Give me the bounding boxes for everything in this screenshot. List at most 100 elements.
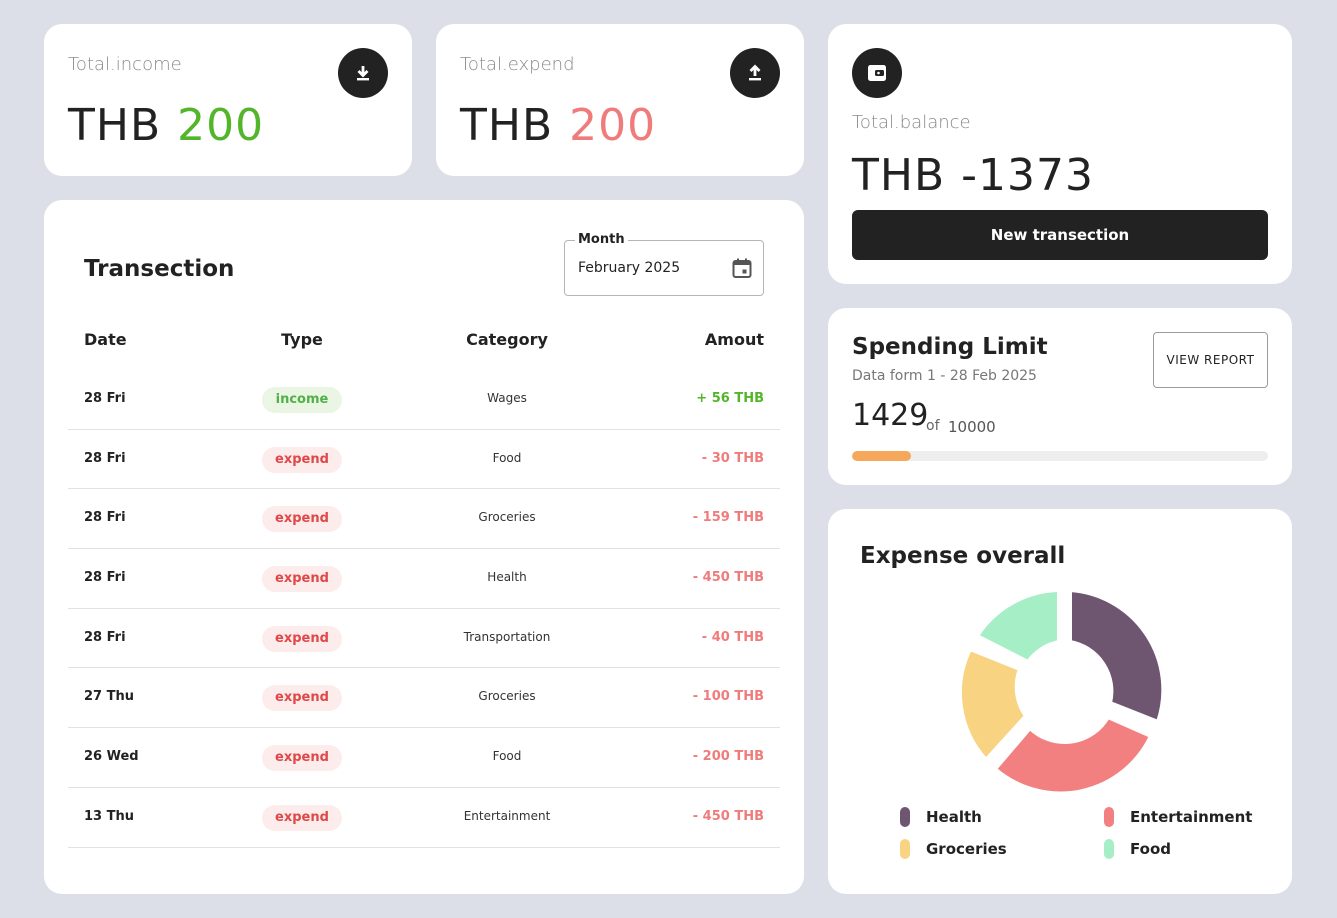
expend-currency: THB xyxy=(460,100,554,151)
spending-amount: 1429 xyxy=(852,398,929,433)
wallet-icon xyxy=(852,48,902,98)
balance-currency: THB xyxy=(852,150,946,201)
expense-donut-chart xyxy=(958,588,1166,795)
month-label: Month xyxy=(575,232,628,247)
transaction-title: Transection xyxy=(84,256,235,282)
table-row[interactable]: 28 Fri expend Transportation - 40 THB xyxy=(68,609,780,669)
legend-swatch-health xyxy=(900,807,910,827)
row-type-cell: expend xyxy=(252,506,352,533)
expend-card: Total.expend THB 200 xyxy=(436,24,804,176)
row-category: Food xyxy=(492,749,522,764)
table-header: Date Type Category Amout xyxy=(68,330,780,354)
row-amount: - 450 THB xyxy=(692,808,764,824)
legend-swatch-entertainment xyxy=(1104,807,1114,827)
row-date: 27 Thu xyxy=(84,689,134,705)
type-badge: expend xyxy=(262,506,342,533)
row-amount: - 100 THB xyxy=(692,689,764,705)
table-row[interactable]: 26 Wed expend Food - 200 THB xyxy=(68,728,780,788)
row-category: Health xyxy=(487,570,527,585)
table-row[interactable]: 28 Fri expend Food - 30 THB xyxy=(68,430,780,490)
spending-progress xyxy=(852,451,1268,461)
spending-max: 10000 xyxy=(948,418,996,436)
table-row[interactable]: 13 Thu expend Entertainment - 450 THB xyxy=(68,788,780,848)
spending-title: Spending Limit xyxy=(852,334,1048,360)
new-transaction-button[interactable]: New transection xyxy=(852,210,1268,260)
donut-segment-entertainment xyxy=(993,715,1153,795)
table-row[interactable]: 27 Thu expend Groceries - 100 THB xyxy=(68,668,780,729)
income-currency: THB xyxy=(68,100,162,151)
row-category: Groceries xyxy=(478,510,536,525)
header-category: Category xyxy=(466,330,548,349)
row-type-cell: expend xyxy=(252,745,352,772)
header-amount: Amout xyxy=(704,330,764,349)
row-category: Entertainment xyxy=(463,808,551,823)
type-badge: expend xyxy=(262,625,342,652)
download-icon[interactable] xyxy=(338,48,388,98)
donut-segment-health xyxy=(1068,588,1166,724)
expend-label: Total.expend xyxy=(460,54,575,75)
row-amount: + 56 THB xyxy=(696,391,764,406)
month-picker[interactable]: Month February 2025 xyxy=(564,232,764,296)
transaction-list: 28 Fri income Wages + 56 THB 28 Fri expend Foo… xyxy=(68,370,780,848)
row-amount: - 159 THB xyxy=(692,510,764,526)
balance-amount: -1373 xyxy=(961,150,1095,201)
row-category: Food xyxy=(492,450,522,465)
row-amount: - 40 THB xyxy=(701,629,764,645)
row-type-cell: expend xyxy=(252,804,352,831)
legend-swatch-food xyxy=(1104,839,1114,859)
row-type-cell: expend xyxy=(252,446,352,473)
income-card: Total.income THB 200 xyxy=(44,24,412,176)
balance-value: THB -1373 xyxy=(852,150,1094,201)
header-type: Type xyxy=(281,330,323,349)
row-category: Wages xyxy=(487,391,527,405)
row-date: 28 Fri xyxy=(84,391,126,406)
type-badge: expend xyxy=(262,745,342,772)
row-amount: - 450 THB xyxy=(692,570,764,586)
table-row[interactable]: 28 Fri expend Groceries - 159 THB xyxy=(68,489,780,550)
row-date: 28 Fri xyxy=(84,570,126,586)
spending-of: of xyxy=(926,418,940,434)
row-type-cell: expend xyxy=(252,625,352,652)
row-type-cell: expend xyxy=(252,566,352,593)
balance-label: Total.balance xyxy=(852,112,971,133)
table-row[interactable]: 28 Fri expend Health - 450 THB xyxy=(68,549,780,609)
type-badge: expend xyxy=(262,804,342,831)
type-badge: expend xyxy=(262,685,342,712)
type-badge: expend xyxy=(262,566,342,593)
row-date: 28 Fri xyxy=(84,629,126,645)
row-amount: - 200 THB xyxy=(692,749,764,765)
row-amount: - 30 THB xyxy=(701,450,764,466)
expense-card: Expense overall Health Entertainment Gro… xyxy=(828,509,1292,894)
row-category: Transportation xyxy=(463,629,551,644)
expend-value: THB 200 xyxy=(460,100,656,151)
type-badge: expend xyxy=(262,446,342,473)
upload-icon[interactable] xyxy=(730,48,780,98)
donut-segment-food xyxy=(975,588,1061,664)
spending-card: Spending Limit Data form 1 - 28 Feb 2025… xyxy=(828,308,1292,485)
row-date: 13 Thu xyxy=(84,808,134,824)
income-value: THB 200 xyxy=(68,100,264,151)
calendar-icon[interactable] xyxy=(731,257,753,279)
balance-card: Total.balance THB -1373 New transection xyxy=(828,24,1292,284)
legend-label-entertainment: Entertainment xyxy=(1130,808,1253,826)
legend-label-groceries: Groceries xyxy=(926,840,1007,858)
row-category: Groceries xyxy=(478,689,536,704)
type-badge: income xyxy=(262,387,342,413)
income-amount: 200 xyxy=(177,100,265,151)
row-date: 28 Fri xyxy=(84,450,126,466)
header-date: Date xyxy=(84,330,127,349)
month-value: February 2025 xyxy=(578,260,681,276)
spending-subtitle: Data form 1 - 28 Feb 2025 xyxy=(852,368,1037,384)
expense-title: Expense overall xyxy=(860,543,1066,569)
row-date: 28 Fri xyxy=(84,510,126,526)
table-row[interactable]: 28 Fri income Wages + 56 THB xyxy=(68,370,780,430)
transaction-card: Transection Month February 2025 Date Typ… xyxy=(44,200,804,894)
income-label: Total.income xyxy=(68,54,182,75)
legend-label-health: Health xyxy=(926,808,982,826)
view-report-button[interactable]: VIEW REPORT xyxy=(1153,332,1268,388)
row-type-cell: income xyxy=(252,387,352,413)
legend-swatch-groceries xyxy=(900,839,910,859)
legend-label-food: Food xyxy=(1130,840,1171,858)
spending-progress-fill xyxy=(852,451,912,461)
row-type-cell: expend xyxy=(252,685,352,712)
